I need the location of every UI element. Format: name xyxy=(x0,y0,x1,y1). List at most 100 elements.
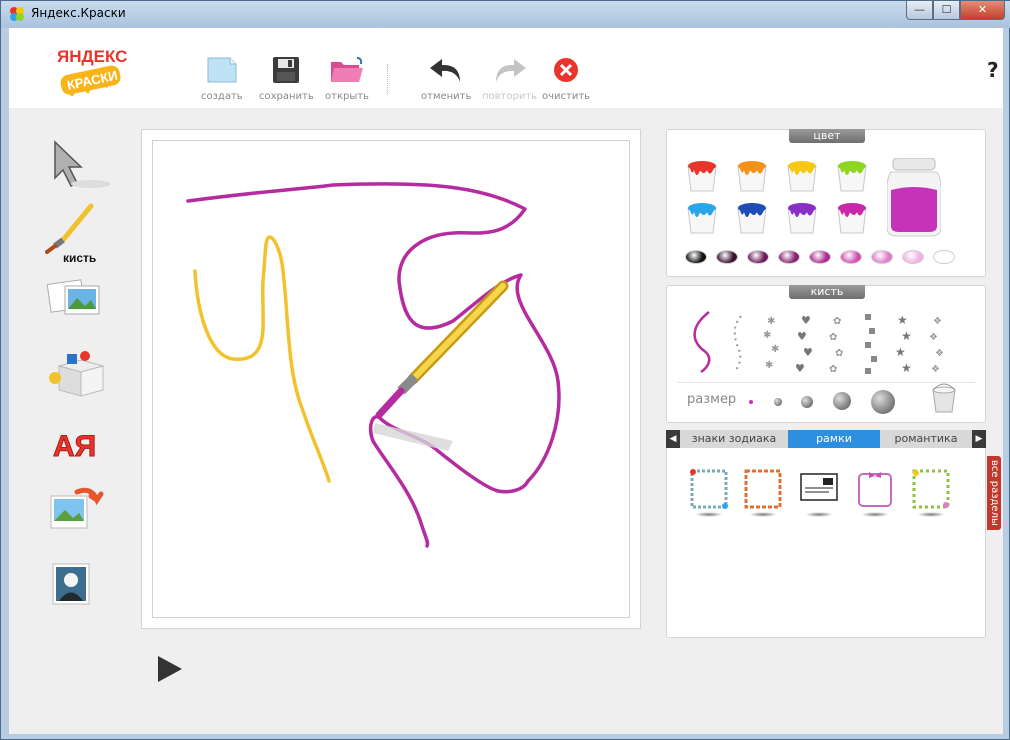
shade-swatch[interactable] xyxy=(716,250,738,264)
brush-style-dotted-icon[interactable] xyxy=(733,315,742,373)
size-option-2[interactable] xyxy=(774,398,782,406)
close-button[interactable]: ✕ xyxy=(960,1,1005,20)
paint-cup-violet-icon[interactable] xyxy=(785,200,819,236)
svg-text:❖: ❖ xyxy=(933,316,942,327)
shade-swatch[interactable] xyxy=(902,250,924,264)
paint-cup-red-icon[interactable] xyxy=(685,158,719,194)
app-icon xyxy=(10,7,24,21)
maximize-button[interactable]: ☐ xyxy=(933,1,960,20)
section-tabs: ◀ знаки зодиака рамки романтика ▶ xyxy=(666,430,986,448)
svg-text:★: ★ xyxy=(895,345,906,359)
yandex-kraski-logo: ЯНДЕКС КРАСКИ xyxy=(57,47,127,97)
shade-swatch[interactable] xyxy=(933,250,955,264)
play-button[interactable] xyxy=(155,654,185,684)
svg-text:АЯ: АЯ xyxy=(53,430,96,463)
brush-style-chain-icon[interactable]: ❖ ❖ ❖ ❖ xyxy=(929,316,944,375)
floppy-disk-icon xyxy=(273,57,300,83)
brush-style-hearts-icon[interactable]: ♥ ♥ ♥ ♥ xyxy=(795,314,813,375)
frame-shadow xyxy=(917,512,945,517)
brush-panel: кисть ✱ ✱ ✱ ✱ ♥ ♥ ♥ ♥ ✿ ✿ ✿ ✿ ★ ★ ★ ★ ❖ … xyxy=(666,285,986,423)
paint-cup-magenta-icon[interactable] xyxy=(835,200,869,236)
open-button[interactable]: открыть xyxy=(325,56,369,102)
portrait-icon[interactable] xyxy=(41,560,111,622)
undo-arrow-icon xyxy=(430,59,461,82)
save-button[interactable]: сохранить xyxy=(259,56,314,102)
shade-swatch[interactable] xyxy=(747,250,769,264)
svg-text:❖: ❖ xyxy=(929,332,938,343)
svg-text:♥: ♥ xyxy=(803,346,813,359)
drawing-canvas[interactable] xyxy=(152,140,630,618)
pointer-tool-icon[interactable] xyxy=(41,136,111,198)
brush-style-stars-icon[interactable]: ★ ★ ★ ★ xyxy=(895,313,912,375)
svg-text:❖: ❖ xyxy=(935,348,944,359)
minimize-button[interactable]: — xyxy=(906,1,933,20)
shade-swatch[interactable] xyxy=(809,250,831,264)
shade-swatch[interactable] xyxy=(840,250,862,264)
clear-x-icon xyxy=(554,58,579,82)
paint-cup-blue-icon[interactable] xyxy=(735,200,769,236)
svg-text:♥: ♥ xyxy=(795,362,805,375)
size-option-3[interactable] xyxy=(801,396,813,408)
left-toolbar: кисть АЯ xyxy=(9,108,129,734)
svg-text:♥: ♥ xyxy=(801,314,811,327)
redo-label: повторить xyxy=(482,91,538,102)
frames-panel xyxy=(666,448,986,638)
tab-frames[interactable]: рамки xyxy=(788,430,880,448)
svg-text:✱: ✱ xyxy=(771,344,779,355)
shade-swatch[interactable] xyxy=(778,250,800,264)
brush-style-flowers-icon[interactable]: ✿ ✿ ✿ ✿ xyxy=(829,316,843,375)
brush-style-snowflakes-icon[interactable]: ✱✱✱✱ xyxy=(763,316,779,371)
frame-shadow xyxy=(695,512,723,517)
size-option-4[interactable] xyxy=(833,392,851,410)
tab-zodiac[interactable]: знаки зодиака xyxy=(680,430,788,448)
shade-swatch[interactable] xyxy=(871,250,893,264)
frame-item[interactable] xyxy=(689,468,729,517)
clear-button[interactable]: очистить xyxy=(542,56,590,102)
size-option-5[interactable] xyxy=(871,390,895,414)
size-label: размер xyxy=(687,392,737,407)
paint-cup-yellow-icon[interactable] xyxy=(785,158,819,194)
window-controls: — ☐ ✕ xyxy=(906,1,1005,21)
color-panel-title: цвет xyxy=(789,129,865,143)
frame-item[interactable] xyxy=(855,468,895,517)
brush-style-squares-icon[interactable] xyxy=(865,314,877,374)
tab-romance[interactable]: романтика xyxy=(880,430,972,448)
svg-text:✿: ✿ xyxy=(833,316,841,327)
svg-text:✱: ✱ xyxy=(765,360,773,371)
brush-styles: ✱✱✱✱ ♥♥♥♥ ✿✿✿✿ ★★★★ ❖❖❖❖ xyxy=(693,311,944,375)
redo-arrow-icon xyxy=(495,59,526,82)
tabs-left-arrow[interactable]: ◀ xyxy=(666,430,680,448)
undo-button[interactable]: отменить xyxy=(421,56,471,102)
pictures-tool-icon[interactable] xyxy=(41,272,111,334)
frame-shadow xyxy=(861,512,889,517)
tabs-right-arrow[interactable]: ▶ xyxy=(972,430,986,448)
brush-tool-icon[interactable]: кисть xyxy=(41,202,111,264)
all-sections-tab[interactable]: все разделы xyxy=(987,456,1001,530)
create-button[interactable]: создать xyxy=(201,56,243,102)
new-file-icon xyxy=(207,57,237,83)
photo-rotate-icon[interactable] xyxy=(41,482,111,544)
frame-item[interactable] xyxy=(799,468,839,517)
shade-swatch[interactable] xyxy=(685,250,707,264)
create-label: создать xyxy=(201,91,243,102)
paint-cup-orange-icon[interactable] xyxy=(735,158,769,194)
redo-button[interactable]: повторить xyxy=(482,56,537,102)
svg-text:★: ★ xyxy=(897,313,908,327)
brush-style-line-icon[interactable] xyxy=(693,311,711,374)
fill-bucket-icon[interactable] xyxy=(929,382,961,416)
current-color-jar-icon[interactable] xyxy=(887,158,941,238)
svg-text:★: ★ xyxy=(901,329,912,343)
text-tool-icon[interactable]: АЯ xyxy=(41,414,111,476)
paint-cup-lime-icon[interactable] xyxy=(835,158,869,194)
paint-cup-light-blue-icon[interactable] xyxy=(685,200,719,236)
svg-text:✿: ✿ xyxy=(835,348,843,359)
frame-item[interactable] xyxy=(911,468,951,517)
help-button[interactable]: ? xyxy=(987,58,999,82)
size-option-1[interactable] xyxy=(749,400,753,404)
stamps-box-icon[interactable] xyxy=(41,344,111,406)
frame-shadow xyxy=(749,512,777,517)
frame-item[interactable] xyxy=(743,468,783,517)
svg-text:✱: ✱ xyxy=(763,330,771,341)
leaves-frame-icon xyxy=(744,469,782,509)
app-window: Яндекс.Краски — ☐ ✕ ЯНДЕКС КРАСКИ создат… xyxy=(0,0,1010,740)
